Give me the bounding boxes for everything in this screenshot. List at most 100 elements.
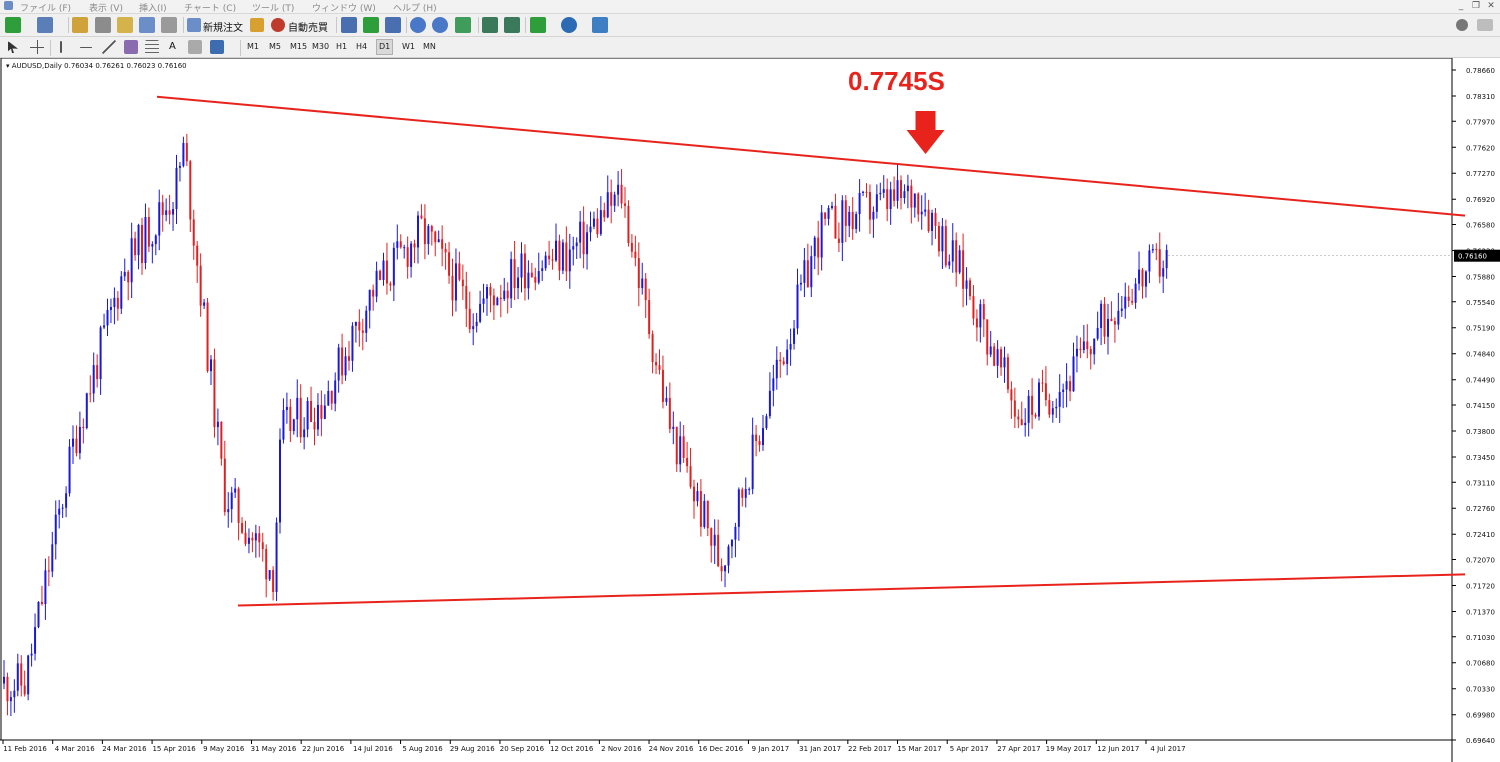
main-toolbar: 新規注文 自動売買 [0,14,1500,37]
candle-bull [537,271,540,283]
candle-bear [330,390,333,404]
text-label-icon[interactable] [188,40,202,54]
candle-bear [141,224,143,264]
candle-bear [962,250,965,289]
bar-chart-icon[interactable] [341,17,357,33]
zoom-in-icon[interactable] [410,17,426,33]
tf-w1-button[interactable]: W1 [400,40,417,54]
menu-help[interactable]: ヘルプ (H) [393,1,437,14]
chart-area[interactable]: 0.78660 0.78310 0.77970 0.77620 0.77270 0.769… [0,58,1500,762]
menu-window[interactable]: ウィンドウ (W) [312,1,376,14]
price-chart[interactable]: 0.78660 0.78310 0.77970 0.77620 0.77270 0.769… [0,58,1500,762]
candle-bull [1134,283,1137,303]
data-window-icon[interactable] [95,17,111,33]
metaeditor-icon[interactable] [250,18,264,32]
tf-h4-button[interactable]: H4 [354,40,369,54]
price-tick-label: 0.69980 [1466,712,1495,720]
candle-bear [489,287,492,296]
price-tick-label: 0.72410 [1466,531,1495,539]
menu-tools[interactable]: ツール (T) [252,1,294,14]
text-icon[interactable]: A [169,41,176,52]
tf-h1-button[interactable]: H1 [334,40,349,54]
candle-bull [151,244,154,247]
new-order-icon[interactable] [187,18,201,32]
navigator-icon[interactable] [117,17,133,33]
candlestick-icon[interactable] [363,17,379,33]
auto-trading-button[interactable]: 自動売買 [288,19,328,34]
restore-icon[interactable]: ❐ [1471,1,1481,11]
candle-bull [586,232,589,255]
vertical-line-icon[interactable] [60,41,62,53]
cursor-icon[interactable] [8,41,18,53]
auto-trading-icon[interactable] [271,18,285,32]
candle-bear [444,248,447,253]
candle-bear [582,221,585,255]
close-icon[interactable]: ✕ [1486,1,1496,11]
tf-d1-button[interactable]: D1 [376,39,394,55]
candle-bear [693,486,695,502]
horizontal-line-icon[interactable] [80,47,92,48]
candle-bull [775,359,778,379]
candle-bull [44,570,47,605]
search-icon[interactable] [1456,19,1468,31]
zoom-out-icon[interactable] [432,17,448,33]
trendline-icon[interactable] [102,40,116,54]
periods-icon[interactable] [561,17,577,33]
menu-insert[interactable]: 挿入(I) [139,1,167,14]
candle-bear [1013,400,1016,417]
candle-bear [851,211,854,230]
candle-bear [441,239,444,249]
menu-file[interactable]: ファイル (F) [20,1,71,14]
tester-icon[interactable] [161,17,177,33]
candle-bear [686,457,689,467]
candle-bear [358,321,361,331]
new-chart-icon[interactable] [5,17,21,33]
candle-bull [793,328,796,344]
candle-bull [996,349,999,366]
price-tick-label: 0.74150 [1466,402,1495,410]
candle-bull [599,210,602,235]
tf-m1-button[interactable]: M1 [245,40,261,54]
fibonacci-icon[interactable] [145,40,159,54]
chat-icon[interactable] [1477,19,1493,31]
market-watch-icon[interactable] [72,17,88,33]
tf-m30-button[interactable]: M30 [310,40,331,54]
candle-bull [579,221,582,243]
candle-bull [365,310,368,333]
line-chart-icon[interactable] [385,17,401,33]
crosshair-icon[interactable] [30,40,44,54]
indicators-icon[interactable] [530,17,546,33]
candle-bear [868,191,871,220]
candle-bear [1127,296,1130,301]
candle-bull [175,167,178,210]
candle-bull [799,282,802,285]
tile-windows-icon[interactable] [455,17,471,33]
candle-bull [1096,327,1099,339]
candle-bull [182,142,185,166]
autoscroll-icon[interactable] [504,17,520,33]
candle-bull [234,488,237,493]
tf-m15-button[interactable]: M15 [288,40,309,54]
menu-view[interactable]: 表示 (V) [89,1,123,14]
candle-bull [30,653,33,656]
new-order-button[interactable]: 新規注文 [203,19,243,34]
templates-icon[interactable] [592,17,608,33]
candle-bear [937,225,940,252]
candle-bear [82,426,85,429]
candle-bull [113,297,116,307]
profiles-icon[interactable] [37,17,53,33]
candle-bear [299,397,302,438]
candle-bull [427,226,430,245]
candle-bear [817,237,820,258]
arrows-icon[interactable] [210,40,224,54]
candle-bull [951,240,954,262]
time-tick-label: 15 Mar 2017 [897,745,941,753]
chart-shift-icon[interactable] [482,17,498,33]
minimize-icon[interactable]: _ [1456,1,1466,11]
tf-m5-button[interactable]: M5 [267,40,283,54]
channel-icon[interactable] [124,40,138,54]
time-tick-label: 24 Nov 2016 [649,745,694,753]
tf-mn-button[interactable]: MN [421,40,438,54]
menu-chart[interactable]: チャート (C) [184,1,236,14]
terminal-icon[interactable] [139,17,155,33]
